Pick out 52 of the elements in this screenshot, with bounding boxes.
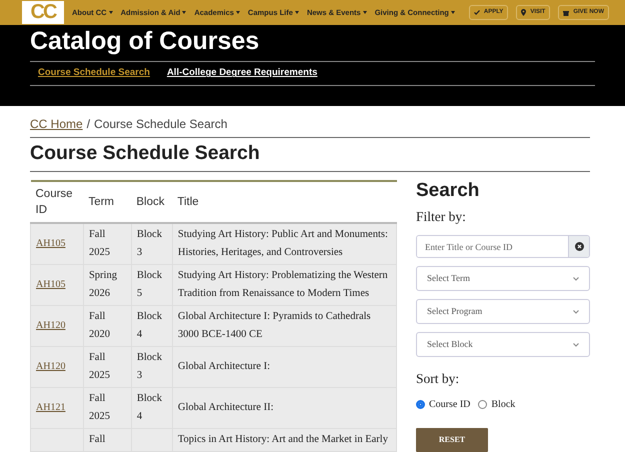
table-cell: Fall <box>88 434 106 445</box>
table-cell: Block 4 <box>136 393 162 422</box>
check-icon <box>474 10 480 15</box>
filter-label: Filter by: <box>416 208 467 226</box>
sort-radio-option[interactable]: Course ID <box>416 397 470 412</box>
table-cell: Block 4 <box>136 311 162 340</box>
course-id-link[interactable]: AH120 <box>36 361 66 372</box>
course-id-link[interactable]: AH121 <box>36 402 66 413</box>
table-cell: Global Architecture I: Pyramids to Cathedrals 3000 BCE-1400 CE <box>178 311 371 340</box>
table-cell: Fall 2025 <box>88 393 110 422</box>
sort-label: Sort by: <box>416 370 460 388</box>
sort-radio-option[interactable]: Block <box>478 397 516 412</box>
search-field[interactable]: Enter Title or Course ID <box>416 235 590 258</box>
table-cell: Global Architecture II: <box>178 402 274 413</box>
course-id-link[interactable]: AH105 <box>36 279 66 290</box>
section-tab[interactable]: Course Schedule Search <box>38 66 150 81</box>
search-heading: Search <box>416 180 480 203</box>
select-dropdown[interactable]: Select Program <box>416 299 590 324</box>
table-cell: Fall 2025 <box>88 229 110 258</box>
caret-icon <box>182 11 186 14</box>
breadcrumb-separator: / <box>86 116 90 133</box>
caret-icon <box>362 11 367 14</box>
pin-icon <box>521 9 526 16</box>
table-cell: Block 5 <box>136 270 162 299</box>
page-title: Course Schedule Search <box>30 142 260 166</box>
table-cell: Studying Art History: Public Art and Monuments: Histories, Heritages, and Controversies <box>178 229 388 258</box>
chevron-down-icon <box>573 310 579 314</box>
page-banner-title: Catalog of Courses <box>30 26 260 56</box>
breadcrumb-link[interactable]: CC Home <box>30 115 83 133</box>
caret-icon <box>294 11 299 14</box>
reset-button[interactable]: RESET <box>416 428 488 452</box>
table-cell: Fall 2020 <box>88 311 110 340</box>
table-cell: Block 3 <box>136 229 162 258</box>
breadcrumb-current: Course Schedule Search <box>94 116 228 133</box>
course-id-link[interactable]: AH105 <box>36 238 66 249</box>
select-dropdown[interactable]: Select Term <box>416 266 590 292</box>
select-dropdown[interactable]: Select Block <box>416 332 590 358</box>
caret-icon <box>236 11 240 14</box>
caret-icon <box>108 11 113 14</box>
table-cell: Global Architecture I: <box>178 361 270 372</box>
clear-icon[interactable] <box>574 242 584 252</box>
course-id-link[interactable]: AH120 <box>36 320 66 331</box>
table-cell: Studying Art History: Problematizing the Western Tradition from Renaissance to Modern Times <box>178 270 388 299</box>
table-cell: Block 3 <box>136 352 162 381</box>
table-cell: Fall 2025 <box>88 352 110 381</box>
section-tab[interactable]: All-College Degree Requirements <box>166 66 318 81</box>
chevron-down-icon <box>573 276 579 281</box>
table-cell: Topics in Art History: Art and the Market in Early <box>178 434 388 445</box>
table-cell: Spring 2026 <box>88 270 117 299</box>
chevron-down-icon <box>573 342 579 347</box>
gift-icon <box>563 10 570 16</box>
caret-icon <box>450 11 455 14</box>
